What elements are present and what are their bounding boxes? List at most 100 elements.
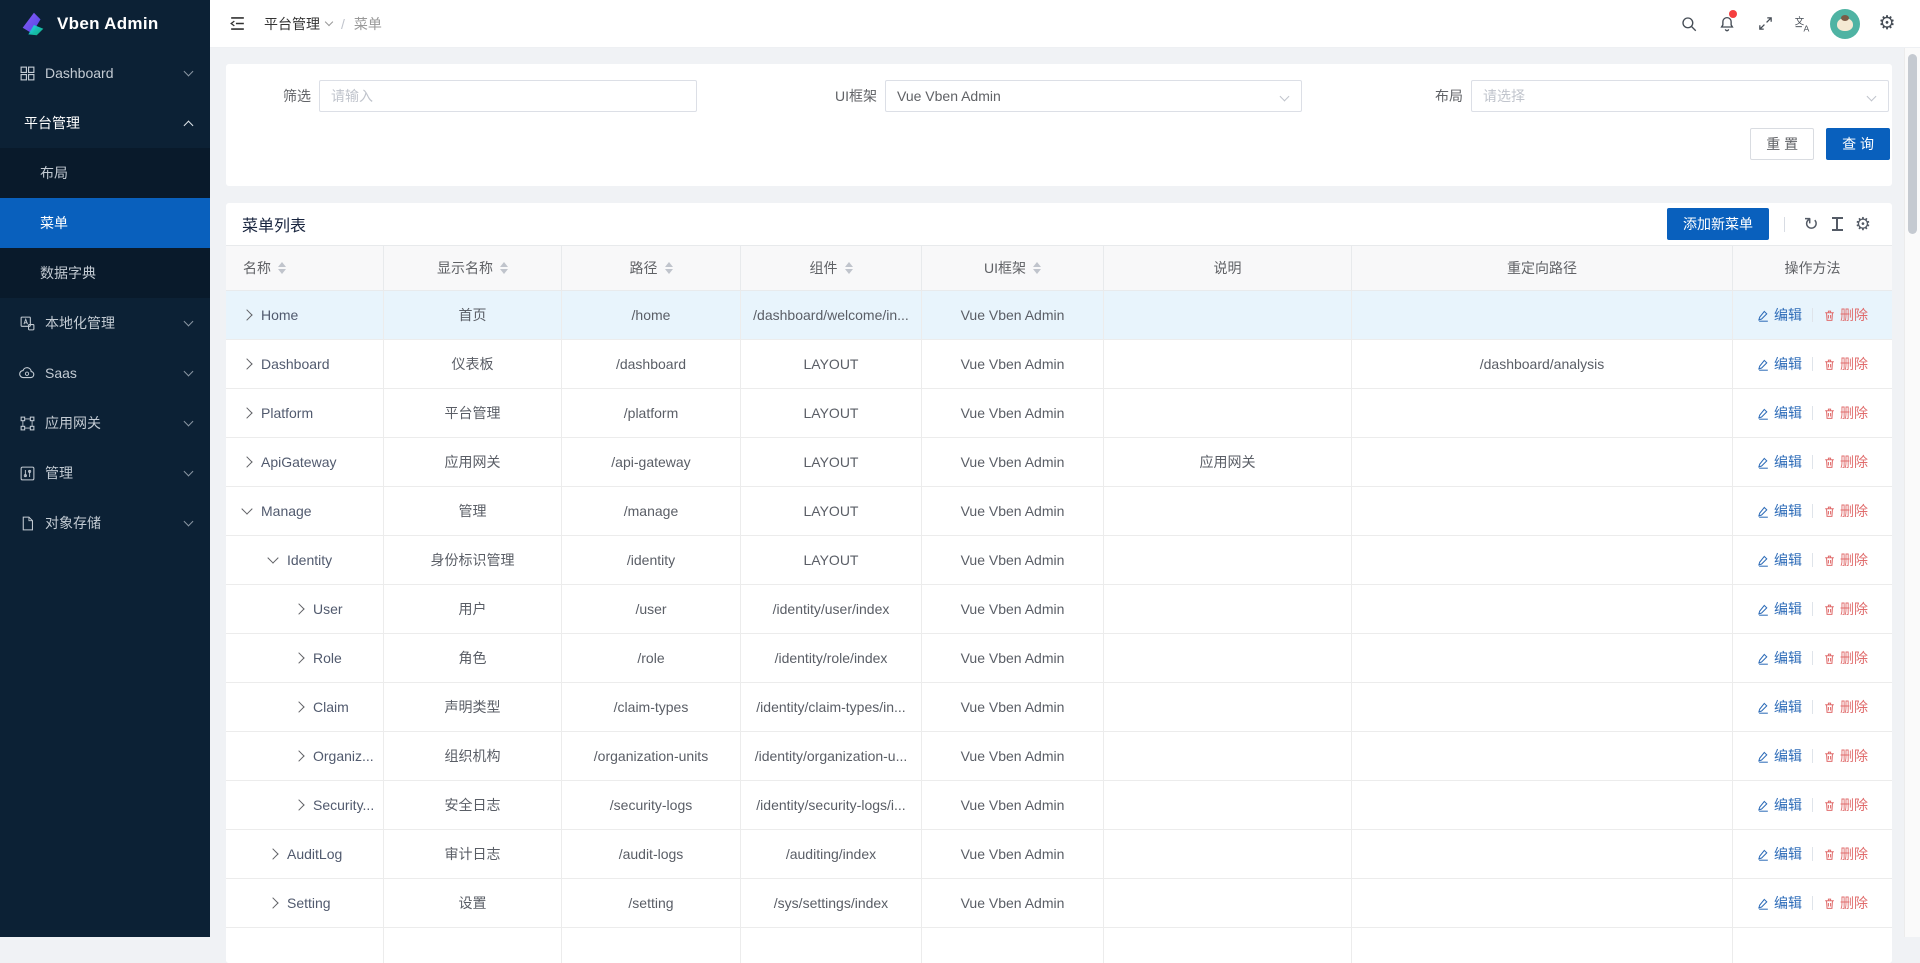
edit-button[interactable]: 编辑 [1757,403,1802,423]
sidebar-item-manage[interactable]: 管理 [0,448,210,498]
edit-button[interactable]: 编辑 [1757,648,1802,668]
edit-button[interactable]: 编辑 [1757,893,1802,913]
sidebar-item-platform-management[interactable]: 平台管理 [0,98,210,148]
expand-chevron-icon[interactable] [241,407,252,418]
delete-button[interactable]: 删除 [1823,795,1868,815]
refresh-icon[interactable]: ↻ [1798,211,1824,237]
cell-name: Claim [226,683,384,731]
sidebar-item-localization[interactable]: 本地化管理 [0,298,210,348]
table-row[interactable]: Manage 管理 /manage LAYOUT Vue Vben Admin … [226,487,1892,536]
fullscreen-icon[interactable] [1746,0,1784,48]
cell-name: Organiz... [226,732,384,780]
sidebar-item-dashboard[interactable]: Dashboard [0,48,210,98]
sort-icon[interactable] [1033,262,1041,274]
breadcrumb-parent[interactable]: 平台管理 [264,14,332,34]
column-header[interactable]: 名称 [226,246,384,290]
edit-button[interactable]: 编辑 [1757,599,1802,619]
expand-chevron-icon[interactable] [267,552,278,563]
delete-button[interactable]: 删除 [1823,501,1868,521]
layout-select[interactable]: 请选择 [1471,80,1889,112]
delete-button[interactable]: 删除 [1823,550,1868,570]
delete-button[interactable]: 删除 [1823,746,1868,766]
expand-chevron-icon[interactable] [293,750,304,761]
sidebar-item-object-storage[interactable]: 对象存储 [0,498,210,548]
table-row[interactable]: Dashboard 仪表板 /dashboard LAYOUT Vue Vben… [226,340,1892,389]
table-row[interactable]: Role 角色 /role /identity/role/index Vue V… [226,634,1892,683]
sidebar-item-layout[interactable]: 布局 [0,148,210,198]
table-row[interactable]: AuditLog 审计日志 /audit-logs /auditing/inde… [226,830,1892,879]
column-header[interactable]: 显示名称 [384,246,562,290]
delete-button[interactable]: 删除 [1823,403,1868,423]
delete-button[interactable]: 删除 [1823,354,1868,374]
table-row[interactable]: Security... 安全日志 /security-logs /identit… [226,781,1892,830]
sidebar-item-saas[interactable]: Saas [0,348,210,398]
delete-button[interactable]: 删除 [1823,305,1868,325]
reset-button[interactable]: 重 置 [1750,128,1814,160]
edit-button[interactable]: 编辑 [1757,452,1802,472]
search-icon[interactable] [1670,0,1708,48]
edit-button[interactable]: 编辑 [1757,501,1802,521]
gear-icon[interactable]: ⚙ [1868,0,1906,48]
menu-list-panel: 菜单列表 添加新菜单 ↻ ⚙ 名称显示名称路径组件UI框架说明重定向路径操作方法… [226,203,1892,963]
table-row[interactable]: User 用户 /user /identity/user/index Vue V… [226,585,1892,634]
table-row[interactable]: Home 首页 /home /dashboard/welcome/in... V… [226,291,1892,340]
expand-chevron-icon[interactable] [293,652,304,663]
edit-button[interactable]: 编辑 [1757,795,1802,815]
table-row[interactable]: Claim 声明类型 /claim-types /identity/claim-… [226,683,1892,732]
delete-button[interactable]: 删除 [1823,452,1868,472]
filter-input[interactable] [319,80,697,112]
sort-icon[interactable] [500,262,508,274]
expand-chevron-icon[interactable] [241,503,252,514]
cell-display-name: 平台管理 [384,389,562,437]
edit-button[interactable]: 编辑 [1757,305,1802,325]
cell-redirect: /dashboard/analysis [1352,340,1733,388]
edit-button[interactable]: 编辑 [1757,550,1802,570]
table-row[interactable]: Platform 平台管理 /platform LAYOUT Vue Vben … [226,389,1892,438]
table-row[interactable]: Setting 设置 /setting /sys/settings/index … [226,879,1892,928]
delete-button[interactable]: 删除 [1823,599,1868,619]
expand-chevron-icon[interactable] [267,897,278,908]
search-button[interactable]: 查 询 [1826,128,1890,160]
collapse-sidebar-icon[interactable] [224,11,250,37]
expand-chevron-icon[interactable] [241,309,252,320]
translate-icon[interactable]: 文 A [1784,0,1822,48]
column-header[interactable]: 组件 [741,246,922,290]
expand-chevron-icon[interactable] [267,848,278,859]
sort-icon[interactable] [665,262,673,274]
ui-framework-select[interactable]: Vue Vben Admin [885,80,1302,112]
table-row[interactable]: Identity 身份标识管理 /identity LAYOUT Vue Vbe… [226,536,1892,585]
delete-button[interactable]: 删除 [1823,844,1868,864]
delete-button[interactable]: 删除 [1823,697,1868,717]
expand-chevron-icon[interactable] [293,603,304,614]
expand-chevron-icon[interactable] [241,358,252,369]
delete-button[interactable]: 删除 [1823,648,1868,668]
table-row[interactable]: 编辑 删除 [226,928,1892,963]
edit-button[interactable]: 编辑 [1757,746,1802,766]
edit-button[interactable]: 编辑 [1757,354,1802,374]
row-height-icon[interactable] [1824,211,1850,237]
vertical-scrollbar[interactable] [1904,48,1920,937]
add-menu-button[interactable]: 添加新菜单 [1667,208,1769,240]
cell-actions: 编辑 删除 [1733,928,1892,963]
sidebar-item-api-gateway[interactable]: 应用网关 [0,398,210,448]
trash-icon [1823,407,1836,420]
column-header[interactable]: 路径 [562,246,741,290]
edit-button[interactable]: 编辑 [1757,844,1802,864]
delete-button[interactable]: 删除 [1823,893,1868,913]
column-settings-gear-icon[interactable]: ⚙ [1850,211,1876,237]
sidebar-item-menu[interactable]: 菜单 [0,198,210,248]
edit-button[interactable]: 编辑 [1757,697,1802,717]
sort-icon[interactable] [278,262,286,274]
table-row[interactable]: Organiz... 组织机构 /organization-units /ide… [226,732,1892,781]
table-row[interactable]: ApiGateway 应用网关 /api-gateway LAYOUT Vue … [226,438,1892,487]
column-header[interactable]: UI框架 [922,246,1104,290]
expand-chevron-icon[interactable] [293,701,304,712]
bell-icon[interactable] [1708,0,1746,48]
expand-chevron-icon[interactable] [293,799,304,810]
sidebar-item-data-dictionary[interactable]: 数据字典 [0,248,210,298]
user-avatar[interactable] [1830,9,1860,39]
app-logo[interactable]: Vben Admin [0,0,210,48]
sort-icon[interactable] [845,262,853,274]
expand-chevron-icon[interactable] [241,456,252,467]
scrollbar-thumb[interactable] [1908,54,1917,234]
